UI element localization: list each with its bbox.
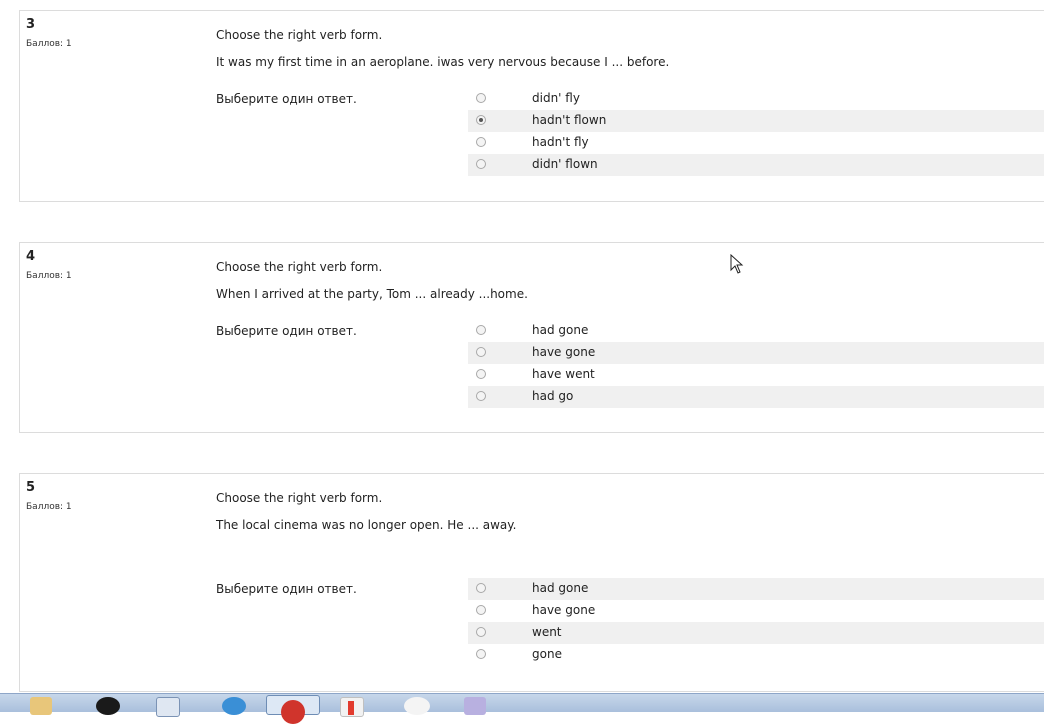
answer-option[interactable]: hadn't fly — [468, 132, 1044, 154]
radio-button[interactable] — [476, 347, 486, 357]
answer-label[interactable]: have gone — [532, 603, 595, 617]
radio-button[interactable] — [476, 369, 486, 379]
radio-button-selected[interactable] — [476, 115, 486, 125]
answer-option[interactable]: have gone — [468, 600, 1044, 622]
answer-option[interactable]: didn' fly — [468, 88, 1044, 110]
answer-label[interactable]: have gone — [532, 345, 595, 359]
answer-option[interactable]: hadn't flown — [468, 110, 1044, 132]
browser-active-icon[interactable] — [266, 695, 320, 724]
media-player-icon[interactable] — [96, 697, 120, 715]
answer-label[interactable]: hadn't flown — [532, 113, 606, 127]
document-icon[interactable] — [156, 697, 180, 717]
question-text: The local cinema was no longer open. He … — [216, 518, 517, 532]
answer-label[interactable]: gone — [532, 647, 562, 661]
answer-instruction: Выберите один ответ. — [216, 582, 357, 596]
mouse-cursor-icon — [730, 254, 744, 274]
answer-label[interactable]: have went — [532, 367, 595, 381]
radio-button[interactable] — [476, 137, 486, 147]
messenger-icon[interactable] — [404, 697, 430, 715]
answer-option[interactable]: went — [468, 622, 1044, 644]
radio-button[interactable] — [476, 605, 486, 615]
radio-button[interactable] — [476, 93, 486, 103]
question-prompt: Choose the right verb form. — [216, 28, 383, 42]
answer-label[interactable]: went — [532, 625, 562, 639]
question-prompt: Choose the right verb form. — [216, 491, 383, 505]
radio-button[interactable] — [476, 649, 486, 659]
answer-option[interactable]: had go — [468, 386, 1044, 408]
radio-button[interactable] — [476, 159, 486, 169]
question-text: It was my first time in an aeroplane. iw… — [216, 55, 670, 69]
question-number: 3 — [26, 17, 36, 32]
answer-option[interactable]: had gone — [468, 578, 1044, 600]
question-grade: Баллов: 1 — [26, 271, 72, 281]
question-number: 5 — [26, 480, 36, 495]
answer-list: had gone have gone went gone — [468, 578, 1044, 666]
answer-instruction: Выберите один ответ. — [216, 92, 357, 106]
taskbar — [0, 693, 1044, 724]
answer-label[interactable]: had gone — [532, 581, 588, 595]
radio-button[interactable] — [476, 627, 486, 637]
question-4: 4 Баллов: 1 Choose the right verb form. … — [19, 242, 1044, 433]
question-grade: Баллов: 1 — [26, 39, 72, 49]
office-icon[interactable] — [340, 697, 364, 717]
question-grade: Баллов: 1 — [26, 502, 72, 512]
answer-option[interactable]: have went — [468, 364, 1044, 386]
file-manager-icon[interactable] — [30, 697, 52, 715]
radio-button[interactable] — [476, 325, 486, 335]
mail-icon[interactable] — [464, 697, 486, 715]
internet-explorer-icon[interactable] — [222, 697, 246, 715]
answer-option[interactable]: had gone — [468, 320, 1044, 342]
question-prompt: Choose the right verb form. — [216, 260, 383, 274]
radio-button[interactable] — [476, 391, 486, 401]
question-number: 4 — [26, 249, 36, 264]
answer-list: didn' fly hadn't flown hadn't fly didn' … — [468, 88, 1044, 176]
answer-label[interactable]: had gone — [532, 323, 588, 337]
radio-button[interactable] — [476, 583, 486, 593]
answer-label[interactable]: didn' fly — [532, 91, 580, 105]
answer-list: had gone have gone have went had go — [468, 320, 1044, 408]
question-5: 5 Баллов: 1 Choose the right verb form. … — [19, 473, 1044, 692]
answer-option[interactable]: gone — [468, 644, 1044, 666]
answer-option[interactable]: have gone — [468, 342, 1044, 364]
answer-label[interactable]: didn' flown — [532, 157, 598, 171]
question-text: When I arrived at the party, Tom ... alr… — [216, 287, 528, 301]
answer-instruction: Выберите один ответ. — [216, 324, 357, 338]
answer-label[interactable]: hadn't fly — [532, 135, 589, 149]
answer-option[interactable]: didn' flown — [468, 154, 1044, 176]
answer-label[interactable]: had go — [532, 389, 573, 403]
question-3: 3 Баллов: 1 Choose the right verb form. … — [19, 10, 1044, 202]
